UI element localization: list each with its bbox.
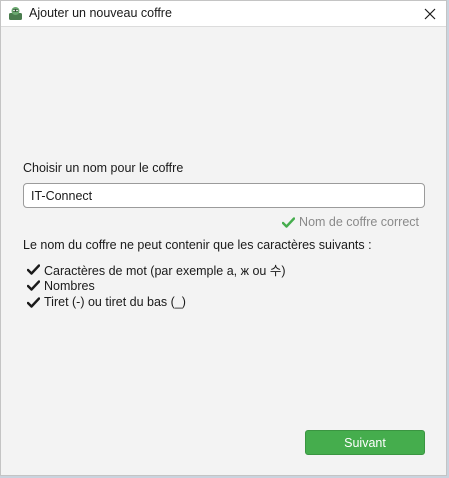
check-icon bbox=[282, 216, 296, 228]
vault-name-input[interactable] bbox=[23, 183, 425, 208]
rule-item: Caractères de mot (par exemple a, ж ou 수… bbox=[27, 261, 286, 278]
rule-label: Nombres bbox=[44, 278, 95, 293]
validation-status: Nom de coffre correct bbox=[282, 215, 419, 229]
rule-label: Tiret (-) ou tiret du bas (_) bbox=[44, 295, 186, 310]
rule-label: Caractères de mot (par exemple a, ж ou 수… bbox=[44, 263, 286, 278]
rule-item: Nombres bbox=[27, 278, 286, 295]
check-icon bbox=[27, 264, 40, 275]
validation-message: Nom de coffre correct bbox=[299, 215, 419, 229]
check-icon bbox=[27, 297, 40, 308]
app-icon bbox=[8, 6, 23, 21]
next-button[interactable]: Suivant bbox=[305, 430, 425, 455]
rules-list: Caractères de mot (par exemple a, ж ou 수… bbox=[27, 261, 286, 311]
check-icon bbox=[27, 280, 40, 291]
rule-item: Tiret (-) ou tiret du bas (_) bbox=[27, 294, 286, 311]
close-button[interactable] bbox=[418, 2, 442, 25]
rules-intro: Le nom du coffre ne peut contenir que le… bbox=[23, 238, 372, 252]
title-bar[interactable]: Ajouter un nouveau coffre bbox=[1, 1, 446, 27]
vault-name-label: Choisir un nom pour le coffre bbox=[23, 161, 184, 175]
close-icon bbox=[424, 8, 436, 19]
window-title: Ajouter un nouveau coffre bbox=[29, 6, 172, 20]
dialog-window: Ajouter un nouveau coffre Choisir un nom… bbox=[0, 0, 447, 476]
